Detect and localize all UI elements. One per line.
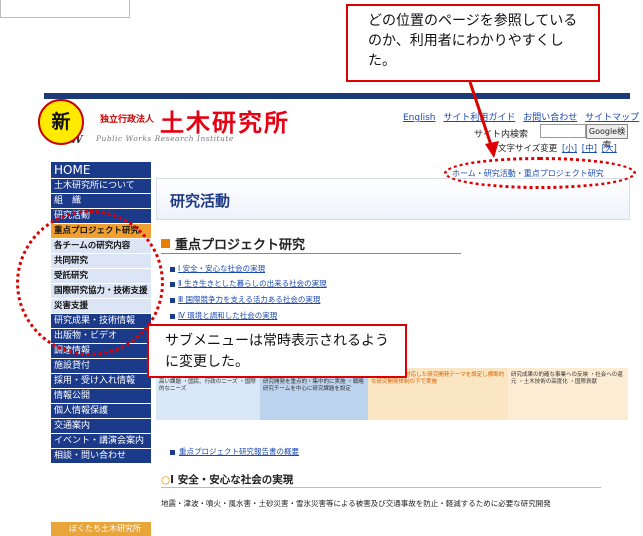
new-badge: 新 <box>38 99 84 145</box>
callout-submenu-note: サブメニューは常時表示されるように変更した。 <box>147 324 407 378</box>
callout-breadcrumb-note: どの位置のページを参照しているのか、利用者にわかりやすくした。 <box>346 4 600 82</box>
